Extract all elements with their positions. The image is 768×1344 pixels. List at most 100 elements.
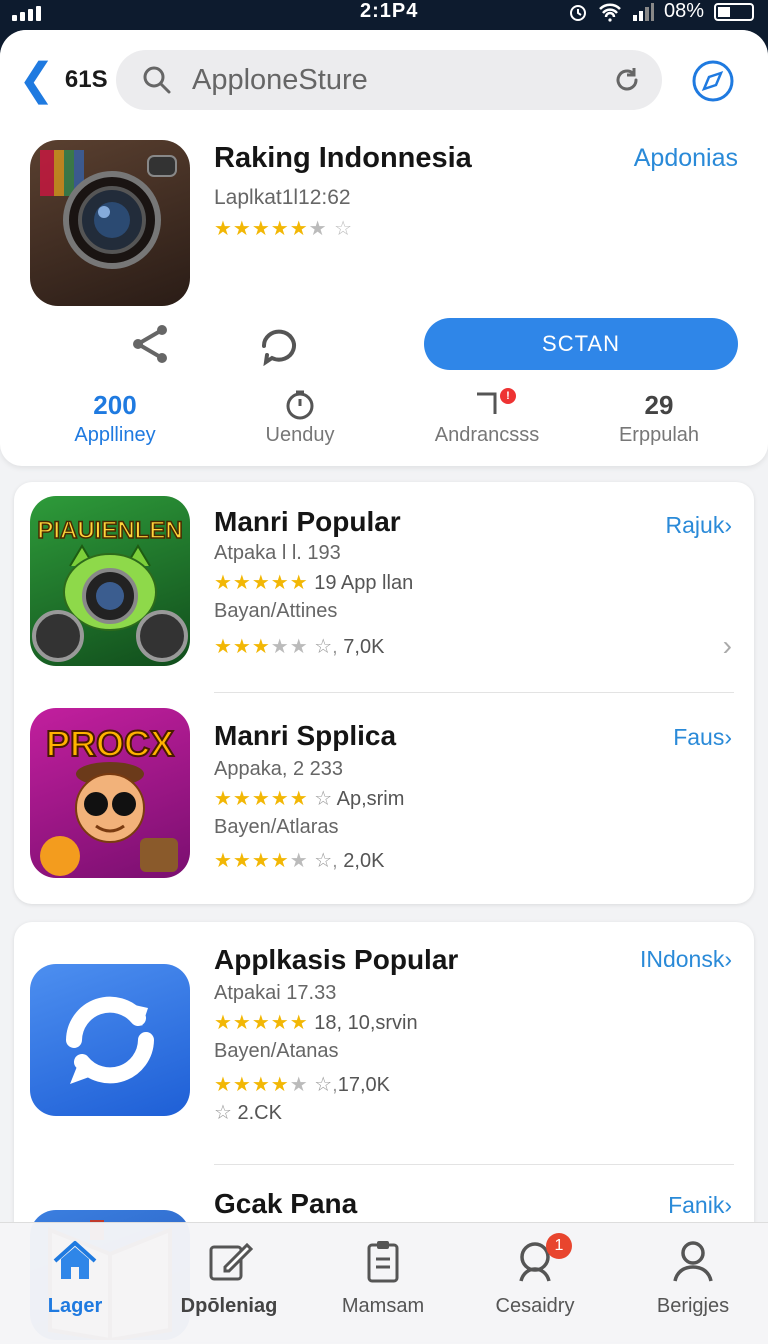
edit-icon — [209, 1242, 253, 1281]
app-meta: Atpakai 17.33 — [214, 982, 337, 1004]
game-app-icon: PROCX — [30, 708, 190, 878]
clipboard-icon — [367, 1241, 399, 1283]
chevron-right-icon: › — [724, 724, 732, 750]
stat-value: 29 — [644, 390, 674, 420]
app-review-row: ★★★★★ ☆,17,0K — [214, 1074, 390, 1096]
tab-label: Lager — [47, 1295, 103, 1317]
list-item[interactable]: Applkasis Popular Atpakai 17.33 ★★★★★ 18… — [14, 922, 754, 1162]
back-label: 61S — [64, 66, 108, 93]
app-extra-row: ☆ 2.CK — [214, 1102, 282, 1124]
review-count: 17,0K — [337, 1074, 390, 1096]
tab-dpoleniag[interactable]: Dpōleniag — [154, 1237, 304, 1318]
search-bar[interactable] — [116, 50, 662, 110]
rating-stars: ★★★★★ — [214, 1074, 309, 1096]
list-item[interactable]: PROCX Manri Spplica Appaka, 2 233 ★★★★★ … — [14, 694, 754, 904]
battery-icon — [714, 2, 754, 21]
chevron-right-icon: › — [724, 512, 732, 538]
app-publisher: Bayan/Attines — [214, 600, 338, 622]
stat-uenduy[interactable]: Uenduy — [215, 390, 385, 447]
app-publisher: Bayen/Atlaras — [214, 816, 339, 838]
home-icon — [53, 1241, 97, 1279]
rating-stars: ★★★★★ — [214, 636, 309, 658]
signal-icon — [12, 6, 41, 21]
app-review-row: ★★★★★ ☆, 7,0K — [214, 636, 385, 658]
app-meta: Appaka, 2 233 — [214, 758, 343, 780]
stat-erppulah[interactable]: 29 Erppulah — [574, 390, 744, 447]
camera-app-icon[interactable] — [30, 140, 190, 306]
app-title: Applkasis Popular — [214, 944, 459, 975]
tab-bar: Lager Dpōleniag Mamsam 1 Cesaidry Berigj… — [0, 1222, 768, 1344]
app-link-label: Fanik — [668, 1192, 725, 1218]
list-item[interactable]: PIAUIENLEN Manri Popular Atpaka l l. 193… — [14, 482, 754, 692]
cellular-icon — [632, 2, 654, 21]
rating-stars: ★★★★★ — [214, 1012, 309, 1034]
app-link[interactable]: INdonsk› — [640, 946, 732, 973]
app-link-label: Rajuk — [665, 512, 725, 538]
stat-label: Erppulah — [618, 424, 700, 446]
featured-title: Raking Indonnesia — [214, 142, 472, 174]
featured-link[interactable]: Apdonias — [634, 144, 738, 173]
camera-icon — [40, 150, 177, 269]
extra-count: 2.CK — [237, 1102, 282, 1124]
sync-bubble-icon — [66, 996, 154, 1084]
review-count: 2,0K — [343, 850, 385, 872]
corner-icon — [477, 392, 497, 414]
stat-label: Uenduy — [265, 424, 335, 446]
tab-berigjes[interactable]: Berigjes — [618, 1237, 768, 1318]
compass-icon[interactable] — [690, 58, 736, 104]
tab-label: Berigjes — [656, 1295, 730, 1317]
tab-lager[interactable]: Lager — [0, 1237, 150, 1318]
rating-stars: ★★★★★ — [214, 850, 309, 872]
tab-label: Mamsam — [341, 1295, 425, 1317]
back-button[interactable]: ❮ 61S — [18, 55, 108, 104]
rating-text: Ap,srim — [336, 788, 405, 810]
stat-label: Andrancsss — [434, 424, 540, 446]
alarm-icon — [569, 4, 586, 21]
popular-card: PIAUIENLEN Manri Popular Atpaka l l. 193… — [14, 482, 754, 904]
divider — [214, 1164, 734, 1165]
app-title: Manri Spplica — [214, 720, 397, 751]
icon-wordmark: PROCX — [46, 723, 174, 764]
app-link[interactable]: Fanik› — [668, 1192, 732, 1219]
app-store-sheet: ❮ 61S Raking Indonnesia Laplkat1l12: — [0, 30, 768, 1344]
stat-andrancsss[interactable]: ! Andrancsss — [402, 388, 572, 447]
battery-percent: 08% — [663, 0, 704, 22]
profile-icon — [673, 1241, 713, 1282]
app-link-label: Faus — [673, 724, 725, 750]
app-rating-row: ★★★★★ 19 App llan — [214, 570, 413, 595]
timer-icon — [286, 390, 314, 420]
review-count: 7,0K — [343, 636, 385, 658]
chevron-right-icon: › — [724, 1192, 732, 1218]
app-link[interactable]: Rajuk› — [666, 512, 732, 539]
search-icon — [143, 66, 171, 94]
primary-action-button[interactable]: SCTAN — [424, 318, 738, 370]
stat-label: Applliney — [74, 424, 156, 446]
stat-applliney[interactable]: 200 Applliney — [30, 390, 200, 447]
wifi-icon — [599, 3, 621, 22]
chat-icon[interactable] — [256, 322, 300, 366]
stat-value: 200 — [93, 390, 137, 420]
game-app-icon: PIAUIENLEN — [30, 496, 190, 666]
app-rating-row: ★★★★★ ☆ Ap,srim — [214, 788, 405, 810]
icon-wordmark: PIAUIENLEN — [37, 517, 182, 544]
search-input[interactable] — [192, 63, 592, 97]
rating-stars: ★★★★★ — [214, 788, 309, 810]
chevron-right-icon[interactable]: › — [723, 630, 732, 662]
app-title: Manri Popular — [214, 506, 401, 537]
reload-icon[interactable] — [612, 65, 642, 95]
status-bar: 2:1P4 08% — [0, 0, 768, 30]
app-link[interactable]: Faus› — [673, 724, 732, 751]
featured-rating-stars: ★★★★★★ ☆ — [214, 218, 354, 240]
status-time: 2:1P4 — [360, 0, 419, 22]
tab-label: Cesaidry — [495, 1295, 575, 1317]
tab-mamsam[interactable]: Mamsam — [308, 1237, 458, 1318]
chevron-left-icon: ❮ — [18, 55, 55, 104]
rating-text: 18, 10,srvin — [314, 1012, 418, 1034]
tab-cesaidry[interactable]: 1 Cesaidry — [460, 1233, 610, 1318]
featured-subtitle: Laplkat1l12:62 — [214, 186, 351, 209]
tab-badge: 1 — [546, 1233, 572, 1259]
share-icon[interactable] — [130, 322, 170, 366]
app-publisher: Bayen/Atanas — [214, 1040, 339, 1062]
chat-app-icon — [30, 964, 190, 1116]
notification-dot: ! — [500, 388, 516, 404]
